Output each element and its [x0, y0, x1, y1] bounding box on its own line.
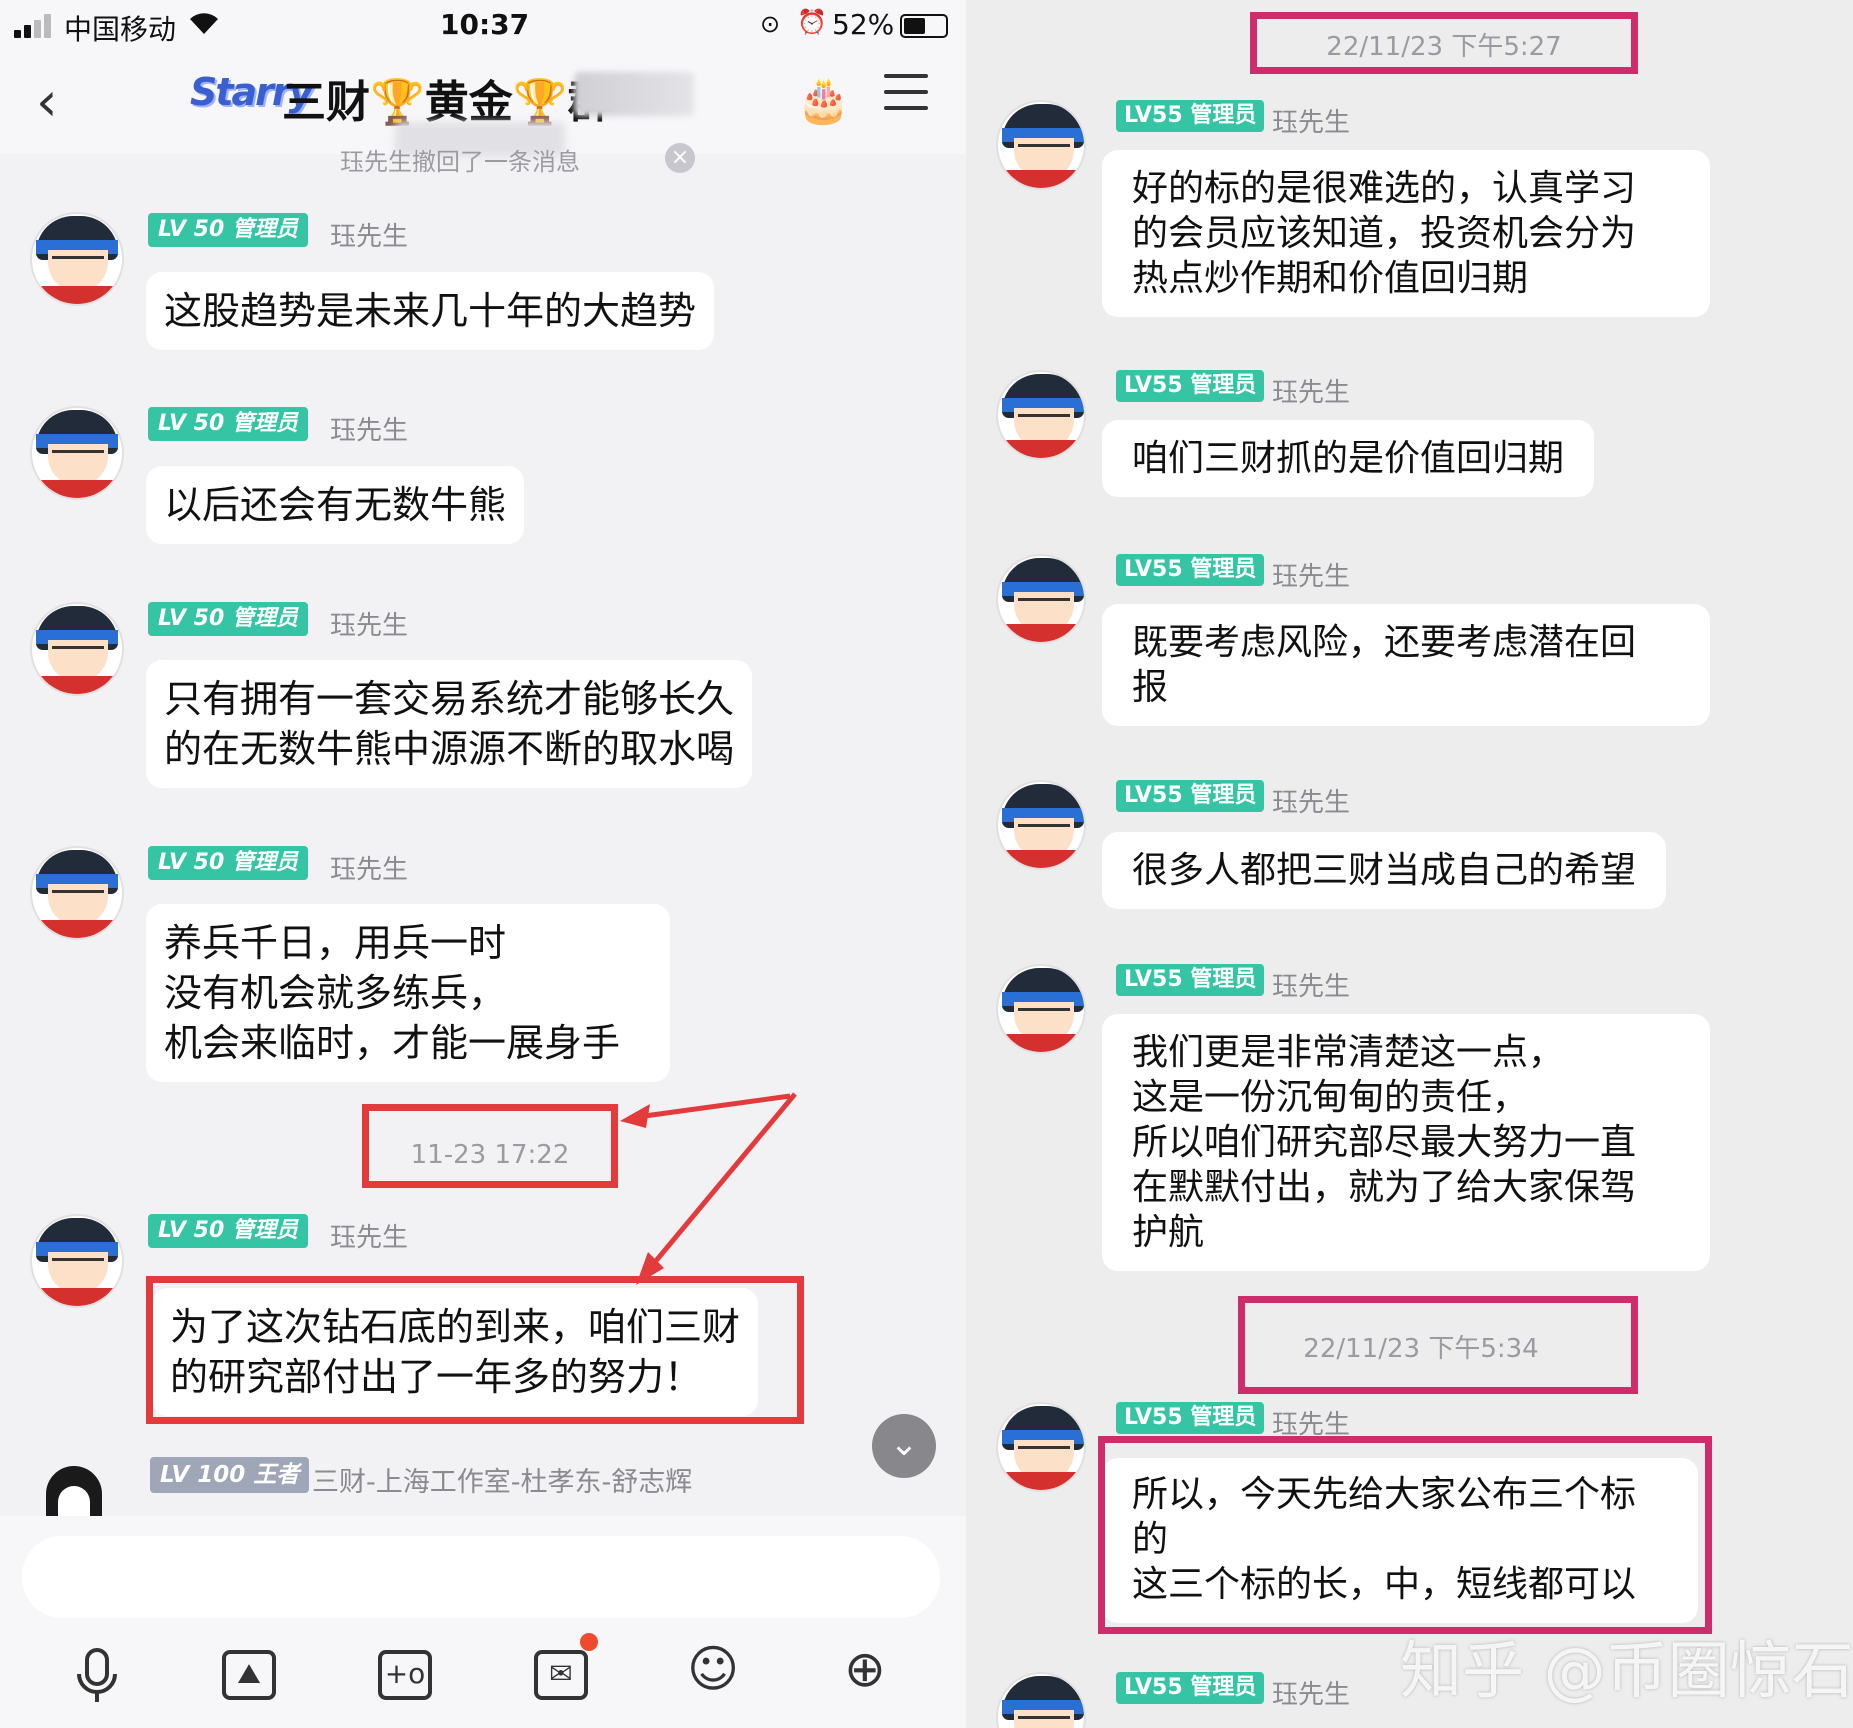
sender-name: 珏先生: [1272, 972, 1351, 1002]
avatar[interactable]: [30, 1214, 124, 1308]
level-badge: LV 100 王者: [150, 1457, 310, 1493]
level-badge: LV55 管理员: [1116, 780, 1265, 812]
message-bubble[interactable]: 很多人都把三财当成自己的希望: [1102, 832, 1667, 909]
notification-dot: [580, 1633, 598, 1651]
avatar[interactable]: [996, 370, 1086, 460]
sender-name: 珏先生: [1272, 108, 1351, 138]
highlight-box: [146, 1276, 804, 1424]
level-badge: LV55 管理员: [1116, 964, 1265, 996]
message-timestamp: 22/11/23 下午5:34: [1303, 1334, 1539, 1364]
input-bar: [0, 1516, 966, 1728]
level-badge: LV55 管理员: [1116, 554, 1265, 586]
sender-name: 珏先生: [1272, 378, 1351, 408]
highlight-box: [1098, 1436, 1712, 1634]
message-bubble[interactable]: 既要考虑风险，还要考虑潜在回 报: [1102, 604, 1710, 726]
message-bubble[interactable]: 咱们三财抓的是价值回归期: [1102, 420, 1595, 497]
avatar[interactable]: [996, 554, 1086, 644]
avatar[interactable]: [996, 780, 1086, 870]
level-badge: LV55 管理员: [1116, 1672, 1265, 1704]
emoji-icon[interactable]: ☺: [680, 1636, 746, 1702]
camera-icon[interactable]: +o: [378, 1650, 432, 1700]
avatar[interactable]: [996, 964, 1086, 1054]
image-icon[interactable]: ⛰: [222, 1650, 276, 1700]
red-packet-icon[interactable]: ✉: [534, 1650, 588, 1700]
plus-icon[interactable]: ⊕: [832, 1636, 898, 1702]
sender-name: 三财-上海工作室-杜孝东-舒志辉: [312, 1467, 693, 1498]
message-timestamp: 22/11/23 下午5:27: [1326, 32, 1562, 62]
level-badge: LV55 管理员: [1116, 1402, 1265, 1434]
message-input[interactable]: [22, 1536, 940, 1618]
sender-name: 珏先生: [1272, 562, 1351, 592]
level-badge: LV55 管理员: [1116, 100, 1265, 132]
sender-name: 珏先生: [1272, 1680, 1351, 1710]
message-bubble[interactable]: 好的标的是很难选的，认真学习 的会员应该知道，投资机会分为 热点炒作期和价值回归…: [1102, 150, 1710, 317]
level-badge: LV 50 管理员: [148, 1214, 308, 1248]
microphone-icon[interactable]: [64, 1646, 130, 1712]
sender-name: 珏先生: [330, 1223, 409, 1253]
left-screenshot: 中国移动 10:37 ⊙ ⏰ 52% ‹ Starry 三财🏆黄金🏆群 🎂 珏先…: [0, 0, 966, 1728]
right-screenshot: 22/11/23 下午5:27 LV55 管理员 珏先生 好的标的是很难选的，认…: [966, 0, 1853, 1728]
message-bubble[interactable]: 我们更是非常清楚这一点， 这是一份沉甸甸的责任， 所以咱们研究部尽最大努力一直 …: [1102, 1014, 1710, 1271]
sender-name: 珏先生: [1272, 788, 1351, 818]
avatar[interactable]: [996, 1402, 1086, 1492]
avatar[interactable]: [34, 1458, 130, 1518]
avatar[interactable]: [996, 1672, 1086, 1728]
watermark: 知乎 @币圈惊石: [1400, 1634, 1853, 1707]
avatar[interactable]: [996, 100, 1086, 190]
level-badge: LV55 管理员: [1116, 370, 1265, 402]
scroll-down-button[interactable]: ⌄: [872, 1414, 936, 1478]
